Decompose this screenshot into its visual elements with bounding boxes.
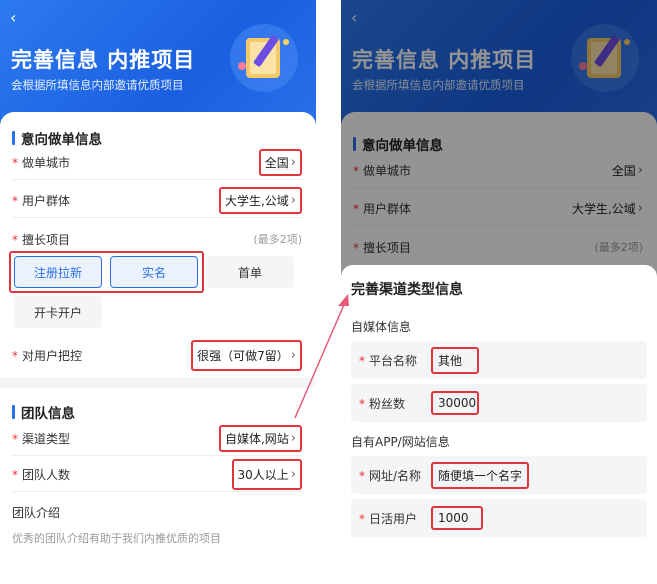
user-group-label: * 用户群体 — [12, 194, 71, 208]
user-control-row[interactable]: * 对用户把控 很强（可做7留） › — [12, 338, 302, 372]
section-marker — [12, 405, 15, 419]
section-team: 团队信息 — [12, 402, 75, 422]
fans-label: * 粉丝数 — [359, 396, 406, 411]
skill-chip-register[interactable]: 注册拉新 — [14, 256, 102, 288]
dau-label: * 日活用户 — [359, 511, 418, 526]
channel-info-sheet: 完善渠道类型信息 自媒体信息 * 平台名称 其他 * 粉丝数 30000 自有APP… — [341, 265, 657, 584]
app-group-label: 自有APP/网站信息 — [351, 435, 450, 449]
sheet-title: 完善渠道类型信息 — [351, 282, 463, 298]
notebook-pen-icon — [230, 24, 298, 92]
channel-type-label: * 渠道类型 — [12, 432, 71, 446]
skills-label: * 擅长项目 — [12, 232, 71, 247]
user-group-value[interactable]: 大学生,公域 › — [218, 187, 302, 214]
page-title: 完善信息 内推项目 — [11, 48, 196, 72]
city-value[interactable]: 全国 › — [258, 149, 302, 176]
section-marker — [12, 131, 15, 145]
form-screen: ‹ 完善信息 内推项目 会根据所填信息内部邀请优质项目 意向做单信息 * 做单城市… — [0, 0, 316, 584]
section-intent: 意向做单信息 — [12, 128, 102, 148]
team-size-label: * 团队人数 — [12, 468, 71, 482]
section-divider — [0, 378, 316, 388]
chevron-right-icon: › — [290, 347, 296, 363]
skill-chip-open-account[interactable]: 开卡开户 — [14, 296, 102, 328]
chevron-right-icon: › — [290, 467, 296, 482]
platform-row[interactable]: * 平台名称 其他 — [351, 341, 647, 379]
skills-hint: (最多2项) — [253, 233, 302, 246]
team-size-row[interactable]: * 团队人数 30人以上 › — [12, 458, 302, 492]
channel-type-value[interactable]: 自媒体,网站 › — [218, 425, 302, 452]
team-size-value[interactable]: 30人以上 › — [231, 459, 302, 490]
header-banner: ‹ 完善信息 内推项目 会根据所填信息内部邀请优质项目 — [0, 0, 316, 130]
platform-label: * 平台名称 — [359, 353, 418, 368]
dau-input[interactable]: 1000 — [431, 506, 483, 530]
page-subtitle: 会根据所填信息内部邀请优质项目 — [11, 78, 184, 92]
back-icon[interactable]: ‹ — [10, 8, 16, 27]
user-control-value[interactable]: 很强（可做7留） › — [191, 339, 302, 371]
modal-screen: ‹ 完善信息 内推项目 会根据所填信息内部邀请优质项目 意向做单信息 * 做单城市… — [341, 0, 657, 584]
team-intro-input[interactable]: 优秀的团队介绍有助于我们内推优质的项目 — [12, 530, 302, 546]
team-intro-label: 团队介绍 — [12, 506, 61, 520]
skill-chip-realname[interactable]: 实名 — [110, 256, 198, 288]
channel-type-row[interactable]: * 渠道类型 自媒体,网站 › — [12, 422, 302, 456]
section-title: 团队信息 — [21, 406, 75, 422]
media-group-label: 自媒体信息 — [351, 320, 412, 334]
user-group-row[interactable]: * 用户群体 大学生,公域 › — [12, 184, 302, 218]
dau-row[interactable]: * 日活用户 1000 — [351, 499, 647, 537]
form-card: 意向做单信息 * 做单城市 全国 › * 用户群体 大学生,公域 › * 擅长项目 (最多… — [0, 112, 316, 584]
site-row[interactable]: * 网址/名称 随便填一个名字 — [351, 456, 647, 494]
chevron-right-icon: › — [290, 155, 296, 170]
fans-input[interactable]: 30000 — [431, 391, 479, 415]
skill-chip-first-order[interactable]: 首单 — [206, 256, 294, 288]
city-row[interactable]: * 做单城市 全国 › — [12, 146, 302, 180]
fans-row[interactable]: * 粉丝数 30000 — [351, 384, 647, 422]
platform-input[interactable]: 其他 — [431, 346, 479, 374]
city-label: * 做单城市 — [12, 156, 71, 170]
site-input[interactable]: 随便填一个名字 — [431, 461, 529, 489]
chevron-right-icon: › — [290, 431, 296, 446]
section-title: 意向做单信息 — [21, 132, 102, 148]
chevron-right-icon: › — [290, 193, 296, 208]
site-label: * 网址/名称 — [359, 468, 422, 483]
user-control-label: * 对用户把控 — [12, 348, 83, 363]
